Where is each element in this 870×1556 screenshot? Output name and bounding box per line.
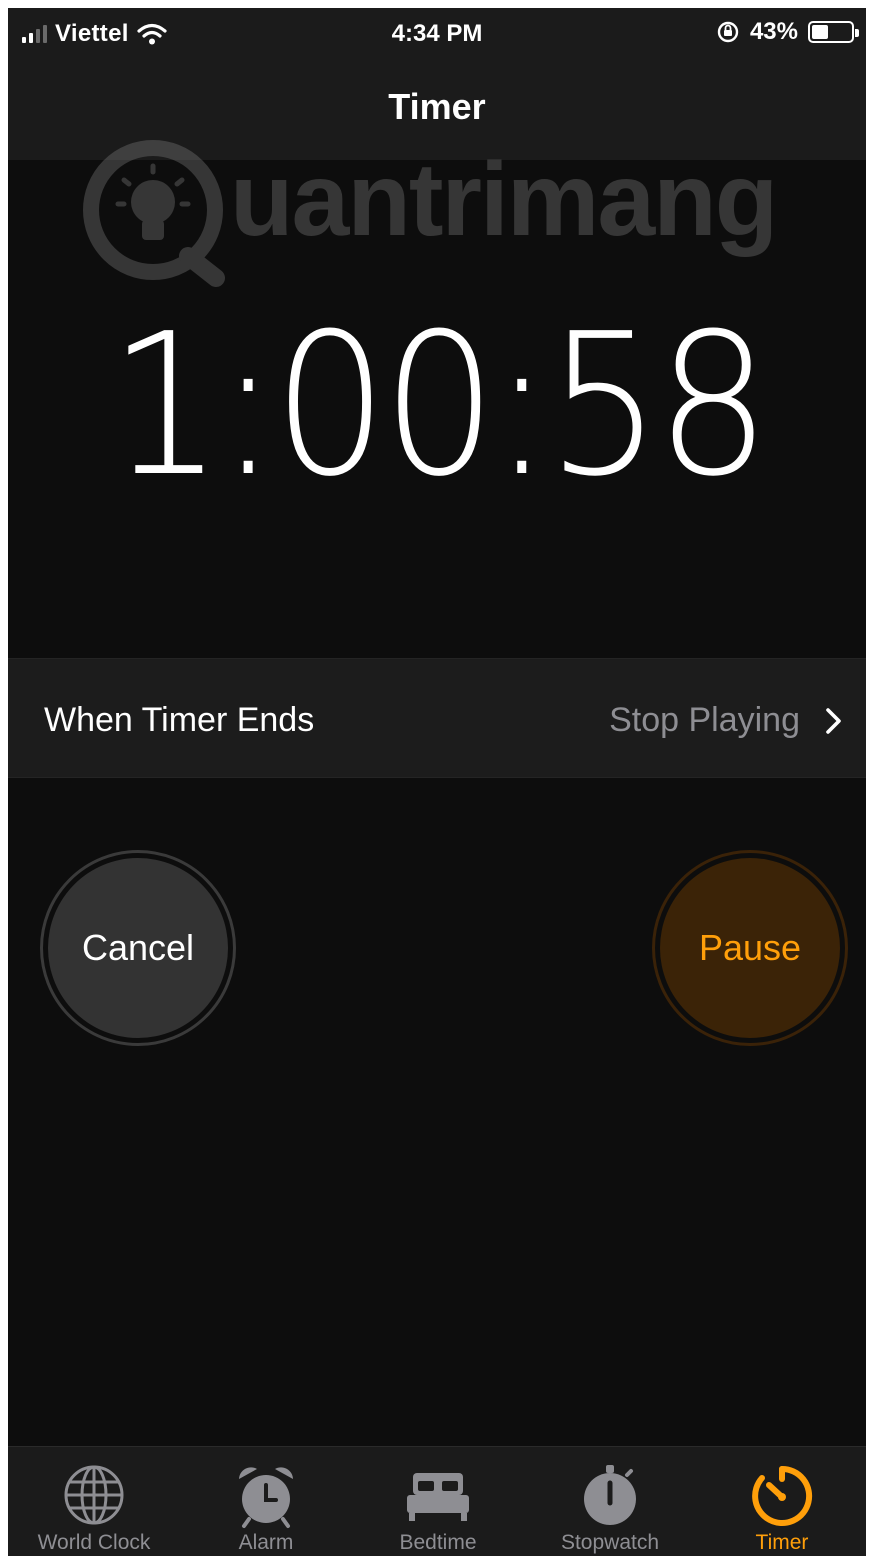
- tab-label: World Clock: [37, 1531, 151, 1554]
- status-right: 43%: [716, 18, 859, 46]
- battery-percent: 43%: [749, 18, 798, 45]
- battery-fill: [812, 25, 828, 39]
- watermark: uantrimang: [78, 138, 798, 288]
- cancel-button-label: Cancel: [48, 858, 228, 1038]
- when-timer-ends-row[interactable]: When Timer Ends Stop Playing: [8, 658, 866, 778]
- tab-stopwatch[interactable]: Stopwatch: [524, 1447, 696, 1556]
- tab-world-clock[interactable]: World Clock: [8, 1447, 180, 1556]
- tab-label: Alarm: [238, 1531, 294, 1554]
- tab-label: Bedtime: [399, 1531, 477, 1554]
- status-bar: Viettel 4:34 PM 43%: [8, 8, 866, 64]
- pause-button-label: Pause: [660, 858, 840, 1038]
- timer-screen: Viettel 4:34 PM 43% Timer uantrimang 1:0…: [8, 8, 866, 1556]
- alarm-clock-icon: [239, 1467, 293, 1528]
- watermark-logo-icon: [83, 140, 225, 287]
- bed-icon: [407, 1473, 469, 1521]
- watermark-text: uantrimang: [230, 142, 778, 258]
- tab-label: Timer: [755, 1531, 809, 1554]
- cancel-button[interactable]: Cancel: [40, 850, 236, 1046]
- timer-icon: [752, 1465, 813, 1526]
- stopwatch-icon: [584, 1465, 636, 1525]
- when-timer-ends-value: Stop Playing: [609, 701, 800, 739]
- tab-label: Stopwatch: [560, 1531, 660, 1554]
- tab-bar: World Clock Alarm Bedtime Stopwatch Time…: [8, 1446, 866, 1556]
- timer-remaining-text: 1:00:58: [108, 292, 771, 520]
- orientation-lock-icon: [717, 21, 739, 43]
- tab-bedtime[interactable]: Bedtime: [352, 1447, 524, 1556]
- page-title: Timer: [388, 86, 486, 127]
- pause-button[interactable]: Pause: [652, 850, 848, 1046]
- when-timer-ends-label: When Timer Ends: [44, 701, 315, 739]
- battery-icon: [808, 21, 859, 43]
- tab-timer[interactable]: Timer: [696, 1447, 866, 1556]
- chevron-right-icon: [826, 708, 841, 734]
- globe-icon: [64, 1465, 124, 1525]
- tab-alarm[interactable]: Alarm: [180, 1447, 352, 1556]
- timer-countdown: 1:00:58: [8, 308, 866, 504]
